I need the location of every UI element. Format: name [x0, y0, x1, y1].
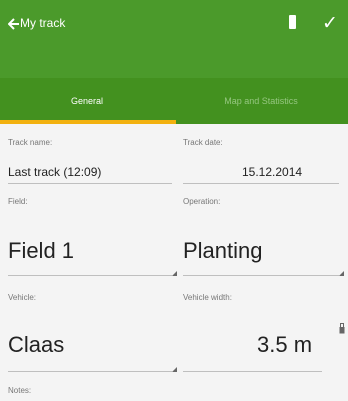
vehicle-width-underline [183, 371, 322, 372]
vehicle-label: Vehicle: [8, 293, 37, 302]
vehicle-width-input[interactable]: 3.5 m [257, 332, 312, 358]
field-underline [8, 275, 172, 276]
vehicle-select[interactable]: Claas [8, 332, 64, 358]
track-date-label: Track date: [183, 138, 223, 147]
field-select[interactable]: Field 1 [8, 238, 74, 264]
track-date-input[interactable]: 15.12.2014 [242, 165, 302, 179]
app-bar: My track ✓ [0, 0, 348, 78]
tab-bar: General Map and Statistics [0, 78, 348, 124]
operation-select[interactable]: Planting [183, 238, 263, 264]
lock-icon[interactable] [339, 323, 345, 334]
check-icon[interactable]: ✓ [322, 12, 338, 35]
track-name-underline [8, 183, 172, 184]
track-date-underline [183, 183, 339, 184]
field-label: Field: [8, 197, 28, 206]
vehicle-width-label: Vehicle width: [183, 293, 232, 302]
active-tab-indicator [0, 120, 176, 124]
tab-general[interactable]: General [0, 96, 174, 106]
notes-label: Notes: [8, 386, 32, 395]
back-arrow-icon[interactable] [8, 18, 20, 30]
operation-dropdown-icon[interactable] [339, 271, 344, 276]
field-dropdown-icon[interactable] [172, 271, 177, 276]
flag-icon[interactable] [289, 15, 296, 29]
vehicle-dropdown-icon[interactable] [172, 367, 177, 372]
vehicle-underline [8, 371, 172, 372]
track-name-label: Track name: [8, 138, 53, 147]
operation-label: Operation: [183, 197, 221, 206]
track-name-input[interactable]: Last track (12:09) [8, 165, 101, 179]
operation-underline [183, 275, 339, 276]
page-title: My track [20, 16, 66, 30]
tab-map-and-statistics[interactable]: Map and Statistics [174, 96, 348, 106]
